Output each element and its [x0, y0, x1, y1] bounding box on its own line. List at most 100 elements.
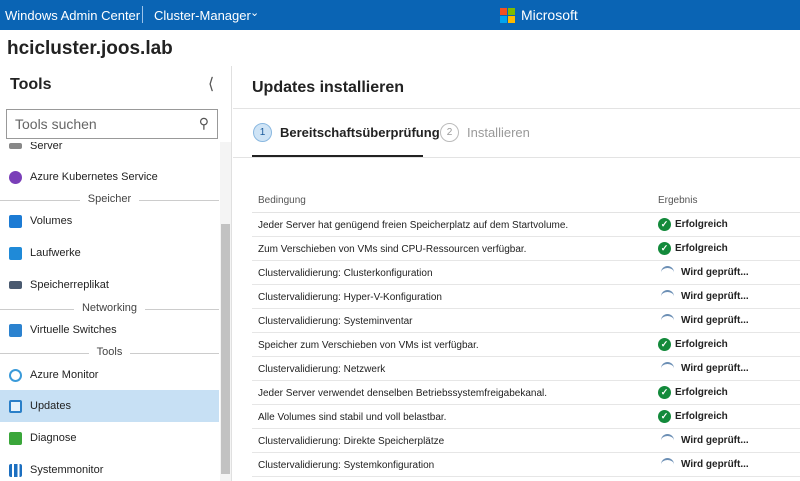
step-1[interactable]: 1 Bereitschaftsüberprüfung — [253, 123, 440, 142]
condition-text: Jeder Server hat genügend freien Speiche… — [258, 220, 569, 231]
chart-icon — [9, 463, 22, 477]
spinner-icon — [661, 290, 674, 303]
table-row: Clustervalidierung: Direkte Speicherplät… — [252, 429, 800, 453]
sidebar-item-label: Speicherreplikat — [30, 279, 109, 291]
sidebar-item-volumes[interactable]: Volumes — [0, 205, 219, 237]
volumes-icon — [9, 214, 22, 228]
table-row: Jeder Server verwendet denselben Betrieb… — [252, 381, 800, 405]
diagnose-icon — [9, 431, 22, 445]
result-text: Wird geprüft... — [681, 291, 749, 302]
sidebar-item-aks[interactable]: Azure Kubernetes Service — [0, 161, 219, 193]
table-row: Clustervalidierung: Systeminventar Wird … — [252, 309, 800, 333]
step-number: 2 — [440, 123, 459, 142]
divider — [233, 108, 800, 109]
step-2[interactable]: 2 Installieren — [440, 123, 530, 142]
microsoft-logo: Microsoft — [500, 7, 578, 23]
check-circle-icon: ✓ — [658, 242, 671, 255]
table-row: Jeder Server hat genügend freien Speiche… — [252, 213, 800, 237]
sidebar-item-label: Updates — [30, 400, 71, 412]
sidebar-item-label: Systemmonitor — [30, 464, 104, 476]
result-text: Wird geprüft... — [681, 435, 749, 446]
condition-text: Jeder Server verwendet denselben Betrieb… — [258, 388, 548, 399]
result-text: Wird geprüft... — [681, 267, 749, 278]
drive-icon — [9, 246, 22, 260]
search-placeholder: Tools suchen — [15, 116, 97, 132]
microsoft-logo-icon — [500, 7, 515, 23]
table-row: Clustervalidierung: Netzwerk Wird geprüf… — [252, 357, 800, 381]
table-row: Clustervalidierung: Clusterkonfiguration… — [252, 261, 800, 285]
check-circle-icon: ✓ — [658, 386, 671, 399]
page-title: Updates installieren — [252, 79, 405, 96]
collapse-icon[interactable]: ⟨ — [208, 74, 214, 94]
sidebar-item-server[interactable]: Server — [0, 142, 219, 162]
table-row: Alle Volumes sind stabil und voll belast… — [252, 405, 800, 429]
condition-text: Clustervalidierung: Systeminventar — [258, 316, 413, 327]
table-row: Clustervalidierung: Hyper-V-Konfiguratio… — [252, 285, 800, 309]
sidebar-item-azure-monitor[interactable]: Azure Monitor — [0, 359, 219, 391]
result-status: Wird geprüft... — [658, 362, 749, 375]
tools-list: Server Azure Kubernetes Service Speicher… — [0, 142, 219, 481]
sidebar-item-label: Diagnose — [30, 432, 77, 444]
kubernetes-icon — [9, 170, 22, 184]
step-label: Installieren — [467, 125, 530, 140]
table-row: Clustervalidierung: Systemkonfiguration … — [252, 453, 800, 477]
result-text: Wird geprüft... — [681, 363, 749, 374]
result-text: Erfolgreich — [675, 411, 728, 422]
condition-text: Clustervalidierung: Hyper-V-Konfiguratio… — [258, 292, 442, 303]
condition-text: Zum Verschieben von VMs sind CPU-Ressour… — [258, 244, 527, 255]
result-text: Erfolgreich — [675, 219, 728, 230]
spinner-icon — [661, 314, 674, 327]
table-row: Zum Verschieben von VMs sind CPU-Ressour… — [252, 237, 800, 261]
group-label: Speicher — [79, 193, 140, 205]
scrollbar-thumb[interactable] — [221, 224, 230, 474]
result-status: ✓ Erfolgreich — [658, 242, 728, 255]
sidebar-item-virtual-switches[interactable]: Virtuelle Switches — [0, 314, 219, 346]
sidebar-item-label: Server — [30, 142, 63, 152]
result-text: Wird geprüft... — [681, 315, 749, 326]
result-status: Wird geprüft... — [658, 434, 749, 447]
tools-search-input[interactable]: Tools suchen ⚲ — [6, 109, 218, 139]
result-status: Wird geprüft... — [658, 458, 749, 471]
result-text: Erfolgreich — [675, 387, 728, 398]
sidebar-item-label: Azure Kubernetes Service — [30, 171, 158, 183]
sidebar-item-diagnose[interactable]: Diagnose — [0, 422, 219, 454]
sidebar-item-updates[interactable]: Updates — [0, 390, 219, 422]
group-label: Tools — [88, 346, 131, 358]
group-label: Networking — [73, 302, 146, 314]
sidebar-scrollbar[interactable] — [220, 142, 231, 481]
updates-icon — [9, 399, 22, 413]
condition-text: Clustervalidierung: Systemkonfiguration — [258, 460, 435, 471]
condition-text: Alle Volumes sind stabil und voll belast… — [258, 412, 447, 423]
top-bar: Windows Admin Center Cluster-Manager ⌄ M… — [0, 0, 800, 30]
check-circle-icon: ✓ — [658, 338, 671, 351]
column-header-result: Ergebnis — [658, 195, 698, 206]
search-icon[interactable]: ⚲ — [199, 115, 209, 132]
sidebar-item-laufwerke[interactable]: Laufwerke — [0, 237, 219, 269]
monitor-gauge-icon — [9, 368, 22, 382]
replica-icon — [9, 281, 22, 289]
result-text: Erfolgreich — [675, 243, 728, 254]
spinner-icon — [661, 458, 674, 471]
result-status: ✓ Erfolgreich — [658, 410, 728, 423]
result-text: Wird geprüft... — [681, 459, 749, 470]
condition-text: Clustervalidierung: Netzwerk — [258, 364, 386, 375]
app-title[interactable]: Windows Admin Center — [5, 8, 140, 23]
chevron-down-icon[interactable]: ⌄ — [250, 6, 259, 19]
step-number: 1 — [253, 123, 272, 142]
result-status: ✓ Erfolgreich — [658, 386, 728, 399]
sidebar-title: Tools — [10, 76, 52, 93]
group-tools: Tools — [0, 346, 219, 360]
context-switcher[interactable]: Cluster-Manager — [154, 8, 251, 23]
result-status: Wird geprüft... — [658, 266, 749, 279]
spinner-icon — [661, 266, 674, 279]
result-text: Erfolgreich — [675, 339, 728, 350]
result-status: ✓ Erfolgreich — [658, 338, 728, 351]
column-header-condition: Bedingung — [258, 195, 306, 206]
condition-text: Clustervalidierung: Clusterkonfiguration — [258, 268, 433, 279]
sidebar-item-speicherreplikat[interactable]: Speicherreplikat — [0, 269, 219, 301]
result-status: Wird geprüft... — [658, 290, 749, 303]
tools-sidebar: Tools ⟨ Tools suchen ⚲ Server Azure Kube… — [0, 66, 232, 481]
sidebar-item-label: Laufwerke — [30, 247, 81, 259]
condition-text: Clustervalidierung: Direkte Speicherplät… — [258, 436, 445, 447]
sidebar-item-systemmonitor[interactable]: Systemmonitor — [0, 454, 219, 481]
